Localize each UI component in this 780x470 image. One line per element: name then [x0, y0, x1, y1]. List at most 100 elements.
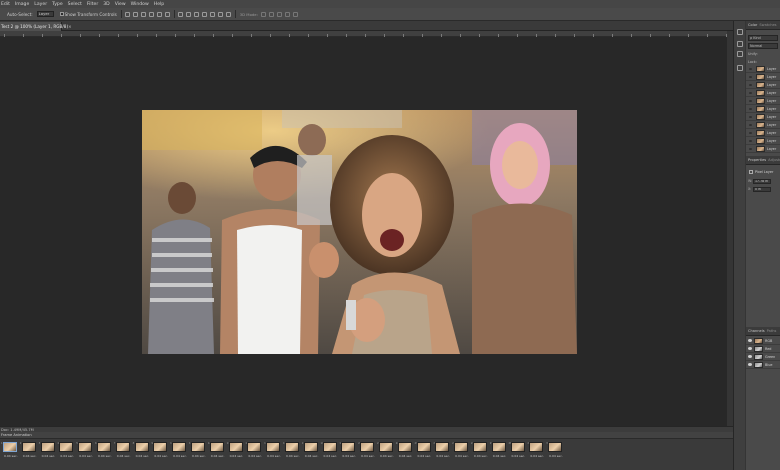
animation-frame[interactable]: 170.04 sec.	[301, 442, 320, 463]
menu-item-layer[interactable]: Layer	[34, 2, 47, 7]
animation-frame[interactable]: 150.04 sec.	[263, 442, 282, 463]
frame-duration-dropdown[interactable]: 0.04 sec.	[342, 454, 356, 458]
animation-frame[interactable]: 210.04 sec.	[376, 442, 395, 463]
frame-duration-dropdown[interactable]: 0.04 sec.	[493, 454, 507, 458]
close-tab-icon[interactable]: ×	[68, 24, 72, 29]
animation-frame[interactable]: 270.04 sec.	[489, 442, 508, 463]
layer-row[interactable]: Layer	[746, 105, 780, 113]
visibility-icon[interactable]	[749, 107, 752, 110]
animation-frame[interactable]: 250.04 sec.	[451, 442, 470, 463]
animation-frame[interactable]: 290.04 sec.	[526, 442, 545, 463]
animation-frame[interactable]: 240.04 sec.	[432, 442, 451, 463]
animation-frame[interactable]: 9 0.04 sec.	[150, 442, 169, 463]
animation-frame[interactable]: 3 0.04 sec.	[38, 442, 57, 463]
distribute-top-icon[interactable]	[177, 11, 183, 17]
auto-select-dropdown[interactable]: Layer	[36, 11, 54, 17]
visibility-icon[interactable]	[749, 67, 752, 70]
menu-item-image[interactable]: Image	[15, 2, 29, 7]
animation-frame[interactable]: 180.04 sec.	[320, 442, 339, 463]
animation-frame[interactable]: 280.04 sec.	[508, 442, 527, 463]
menu-item-help[interactable]: Help	[154, 2, 164, 7]
animation-frame[interactable]: 6 0.04 sec.	[94, 442, 113, 463]
x-input[interactable]: 0 in	[753, 186, 771, 192]
panel-tab-channels[interactable]: Channels	[748, 329, 765, 333]
animation-frame[interactable]: 8 0.04 sec.	[132, 442, 151, 463]
animation-frame[interactable]: 260.04 sec.	[470, 442, 489, 463]
animation-frame[interactable]: 7 0.04 sec.	[113, 442, 132, 463]
animation-frame[interactable]: 2 0.04 sec.	[19, 442, 38, 463]
layer-row[interactable]: Layer	[746, 73, 780, 81]
channel-row-rgb[interactable]: RGB	[746, 337, 780, 345]
animation-frame[interactable]: 110.04 sec.	[188, 442, 207, 463]
3d-slide-icon[interactable]	[284, 11, 290, 17]
frame-duration-dropdown[interactable]: 0.04 sec.	[324, 454, 338, 458]
frame-duration-dropdown[interactable]: 0.04 sec.	[98, 454, 112, 458]
paragraph-icon[interactable]	[737, 51, 743, 57]
animation-frame[interactable]: 100.04 sec.	[169, 442, 188, 463]
menu-item-view[interactable]: View	[115, 2, 126, 7]
3d-pan-icon[interactable]	[276, 11, 282, 17]
visibility-icon[interactable]	[749, 115, 752, 118]
frame-duration-dropdown[interactable]: 0.04 sec.	[4, 454, 18, 458]
animation-frame[interactable]: 230.04 sec.	[414, 442, 433, 463]
frame-duration-dropdown[interactable]: 0.04 sec.	[418, 454, 432, 458]
visibility-icon[interactable]	[749, 83, 752, 86]
panel-tab-swatches[interactable]: Swatches	[759, 23, 776, 27]
show-transform-controls-checkbox[interactable]	[59, 12, 64, 16]
frame-duration-dropdown[interactable]: 0.04 sec.	[23, 454, 37, 458]
menu-item-3d[interactable]: 3D	[103, 2, 109, 7]
3d-scale-icon[interactable]	[292, 11, 298, 17]
animation-frame[interactable]: 190.04 sec.	[338, 442, 357, 463]
menu-item-select[interactable]: Select	[68, 2, 82, 7]
frame-duration-dropdown[interactable]: 0.04 sec.	[154, 454, 168, 458]
visibility-icon[interactable]	[749, 91, 752, 94]
menu-item-edit[interactable]: Edit	[1, 2, 10, 7]
canvas-area[interactable]	[0, 37, 727, 426]
distribute-vertical-center-icon[interactable]	[185, 11, 191, 17]
visibility-icon[interactable]	[748, 339, 752, 342]
channel-row-blue[interactable]: Blue	[746, 361, 780, 369]
visibility-icon[interactable]	[749, 99, 752, 102]
visibility-icon[interactable]	[749, 139, 752, 142]
animation-frame[interactable]: 5 0.04 sec.	[75, 442, 94, 463]
layer-kind-filter[interactable]: ρ Kind	[748, 35, 778, 41]
layer-row[interactable]: Layer	[746, 113, 780, 121]
tools-presets-icon[interactable]	[737, 65, 743, 71]
animation-frame[interactable]: 130.04 sec.	[226, 442, 245, 463]
animation-frame[interactable]: 1 0.04 sec.	[0, 442, 19, 463]
layer-row[interactable]: Layer	[746, 89, 780, 97]
align-horizontal-center-icon[interactable]	[156, 11, 162, 17]
animation-frame[interactable]: 160.04 sec.	[282, 442, 301, 463]
animation-frame[interactable]: 200.04 sec.	[357, 442, 376, 463]
visibility-icon[interactable]	[748, 355, 752, 358]
animation-frame[interactable]: 300.04 sec.	[545, 442, 564, 463]
frame-duration-dropdown[interactable]: 0.04 sec.	[230, 454, 244, 458]
blend-mode-dropdown[interactable]: Normal	[748, 43, 778, 49]
animation-frame[interactable]: 120.04 sec.	[207, 442, 226, 463]
auto-align-layers-icon[interactable]	[225, 11, 231, 17]
frame-duration-dropdown[interactable]: 0.04 sec.	[361, 454, 375, 458]
align-vertical-center-icon[interactable]	[132, 11, 138, 17]
visibility-icon[interactable]	[749, 131, 752, 134]
menu-item-filter[interactable]: Filter	[87, 2, 98, 7]
frame-duration-dropdown[interactable]: 0.04 sec.	[136, 454, 150, 458]
visibility-icon[interactable]	[749, 75, 752, 78]
visibility-icon[interactable]	[748, 347, 752, 350]
panel-tab-color[interactable]: Color	[748, 23, 757, 27]
layer-row[interactable]: Layer	[746, 137, 780, 145]
frame-duration-dropdown[interactable]: 0.04 sec.	[530, 454, 544, 458]
layer-row[interactable]: Layer	[746, 65, 780, 73]
3d-rotate-icon[interactable]	[260, 11, 266, 17]
frame-duration-dropdown[interactable]: 0.04 sec.	[399, 454, 413, 458]
frame-duration-dropdown[interactable]: 0.04 sec.	[305, 454, 319, 458]
frame-duration-dropdown[interactable]: 0.04 sec.	[173, 454, 187, 458]
frame-duration-dropdown[interactable]: 0.04 sec.	[474, 454, 488, 458]
distribute-left-icon[interactable]	[201, 11, 207, 17]
layer-row[interactable]: Layer	[746, 145, 780, 153]
frame-duration-dropdown[interactable]: 0.04 sec.	[549, 454, 563, 458]
frame-duration-dropdown[interactable]: 0.04 sec.	[455, 454, 469, 458]
animation-frame[interactable]: 140.04 sec.	[244, 442, 263, 463]
frame-duration-dropdown[interactable]: 0.04 sec.	[117, 454, 131, 458]
frame-duration-dropdown[interactable]: 0.04 sec.	[267, 454, 281, 458]
frame-duration-dropdown[interactable]: 0.04 sec.	[512, 454, 526, 458]
